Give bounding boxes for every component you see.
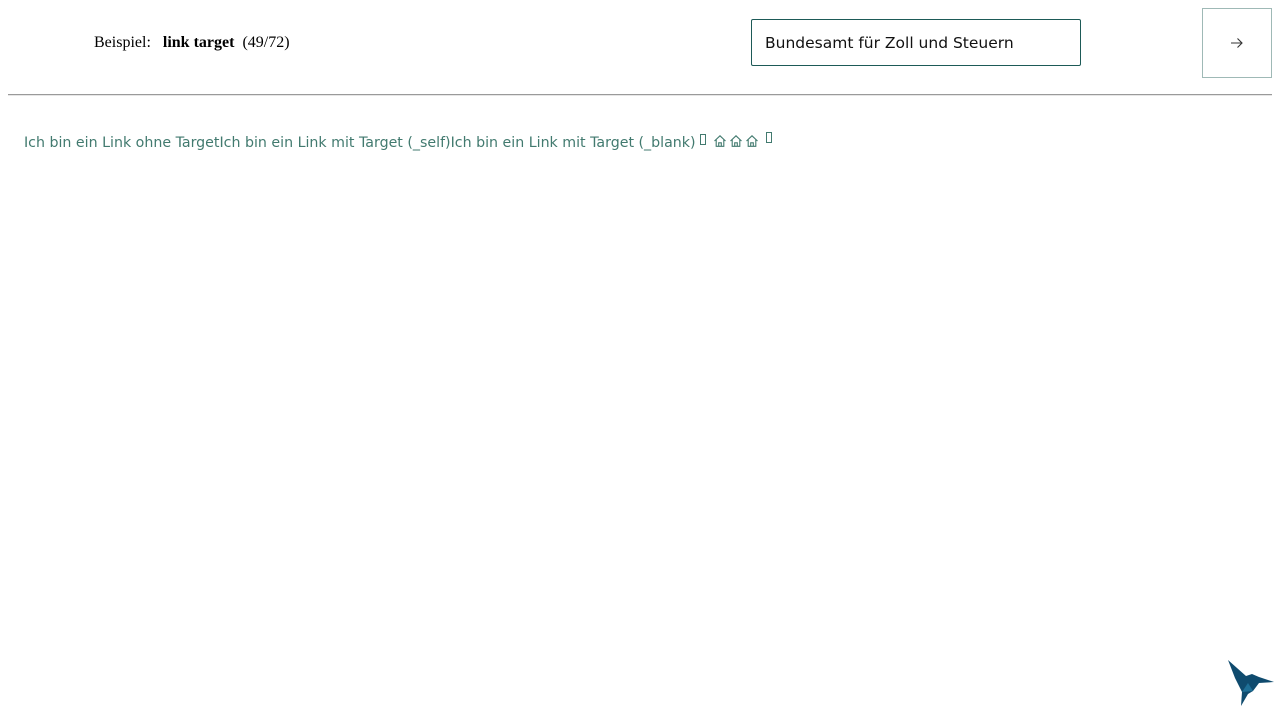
theme-select[interactable]: Bundesamt für Zoll und Steuern — [751, 19, 1081, 66]
example-counter: (49/72) — [242, 34, 290, 51]
home-icon[interactable] — [745, 134, 759, 148]
home-icon[interactable] — [713, 134, 727, 148]
link-target-blank[interactable]: Ich bin ein Link mit Target (_blank) — [451, 133, 696, 153]
theme-select-value: Bundesamt für Zoll und Steuern — [765, 33, 1014, 52]
example-prefix: Beispiel: — [94, 34, 151, 51]
header-divider — [8, 94, 1272, 96]
home-icon[interactable] — [729, 134, 743, 148]
arrow-right-icon — [1231, 38, 1243, 48]
next-example-button[interactable] — [1202, 8, 1272, 78]
example-label: Beispiel: link target (49/72) — [94, 33, 290, 53]
link-target-self[interactable]: Ich bin ein Link mit Target (_self) — [219, 133, 450, 153]
header: Beispiel: link target (49/72) Bundesamt … — [0, 0, 1280, 88]
missing-glyph-icon[interactable] — [765, 132, 772, 143]
missing-glyph-icon[interactable] — [699, 134, 706, 145]
example-links: Ich bin ein Link ohne Target Ich bin ein… — [24, 132, 772, 153]
example-name: link target — [162, 34, 235, 51]
hummingbird-logo — [1228, 660, 1274, 706]
link-without-target[interactable]: Ich bin ein Link ohne Target — [24, 133, 219, 153]
